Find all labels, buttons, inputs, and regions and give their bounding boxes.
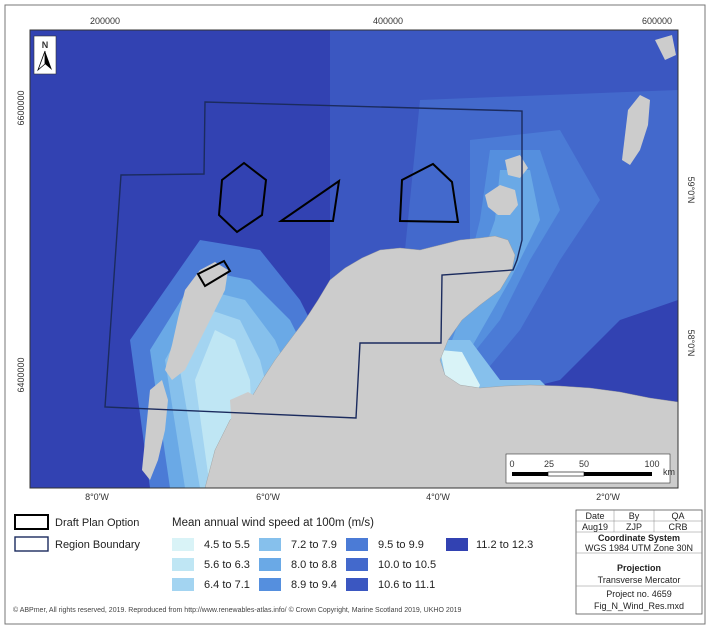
right-tick-2: 58°0'N	[686, 330, 696, 357]
file-name: Fig_N_Wind_Res.mxd	[594, 601, 684, 611]
scale-label-50: 50	[579, 459, 589, 469]
project-number: Project no. 4659	[606, 589, 672, 599]
draft-plan-swatch	[14, 514, 49, 530]
coord-header: Coordinate System	[598, 533, 680, 543]
right-tick-1: 59°0'N	[686, 177, 696, 204]
qa-value: CRB	[668, 522, 687, 532]
swatch-4	[259, 538, 281, 551]
class-1: 4.5 to 5.5	[204, 539, 250, 551]
class-2: 5.6 to 6.3	[204, 559, 250, 571]
swatch-10	[446, 538, 468, 551]
scale-label-25: 25	[544, 459, 554, 469]
swatch-6	[259, 578, 281, 591]
swatch-8	[346, 558, 368, 571]
info-box: Date By QA Aug19 ZJP CRB Coordinate Syst…	[575, 509, 703, 615]
proj-header: Projection	[617, 563, 661, 573]
legend: Draft Plan Option Region Boundary Mean a…	[14, 514, 533, 591]
bottom-tick-1: 8°0'W	[85, 492, 109, 502]
legend-region-boundary: Region Boundary	[55, 539, 141, 551]
scale-label-0: 0	[509, 459, 514, 469]
scale-unit: km	[663, 467, 675, 477]
date-header: Date	[585, 511, 604, 521]
class-6: 8.9 to 9.4	[291, 579, 337, 591]
wind-resource-map: 200000 400000 600000 6600000 6400000 8°0…	[4, 4, 706, 625]
coord-value: WGS 1984 UTM Zone 30N	[585, 543, 693, 553]
qa-header: QA	[671, 511, 684, 521]
class-7: 9.5 to 9.9	[378, 539, 424, 551]
bottom-tick-3: 4°0'W	[426, 492, 450, 502]
by-header: By	[629, 511, 640, 521]
swatch-3	[172, 578, 194, 591]
by-value: ZJP	[626, 522, 642, 532]
swatch-9	[346, 578, 368, 591]
legend-wind-title: Mean annual wind speed at 100m (m/s)	[172, 517, 374, 529]
map-canvas	[30, 30, 678, 488]
date-value: Aug19	[582, 522, 608, 532]
proj-value: Transverse Mercator	[598, 575, 681, 585]
top-tick-1: 200000	[90, 16, 120, 26]
scale-label-100: 100	[644, 459, 659, 469]
copyright-text: © ABPmer, All rights reserved, 2019. Rep…	[13, 606, 462, 614]
class-3: 6.4 to 7.1	[204, 579, 250, 591]
bottom-tick-2: 6°0'W	[256, 492, 280, 502]
bottom-tick-4: 2°0'W	[596, 492, 620, 502]
left-tick-1: 6600000	[16, 90, 26, 125]
north-arrow-icon: N	[33, 35, 57, 75]
top-tick-3: 600000	[642, 16, 672, 26]
class-5: 8.0 to 8.8	[291, 559, 337, 571]
legend-draft-plan: Draft Plan Option	[55, 517, 139, 529]
scale-bar: 0 25 50 100 km	[505, 453, 675, 484]
class-10: 11.2 to 12.3	[476, 539, 533, 551]
left-tick-2: 6400000	[16, 357, 26, 392]
swatch-2	[172, 558, 194, 571]
north-label: N	[42, 40, 49, 50]
class-4: 7.2 to 7.9	[291, 539, 337, 551]
class-8: 10.0 to 10.5	[378, 559, 436, 571]
swatch-1	[172, 538, 194, 551]
class-9: 10.6 to 11.1	[378, 579, 435, 591]
top-tick-2: 400000	[373, 16, 403, 26]
swatch-5	[259, 558, 281, 571]
region-boundary-swatch	[14, 536, 49, 552]
swatch-7	[346, 538, 368, 551]
